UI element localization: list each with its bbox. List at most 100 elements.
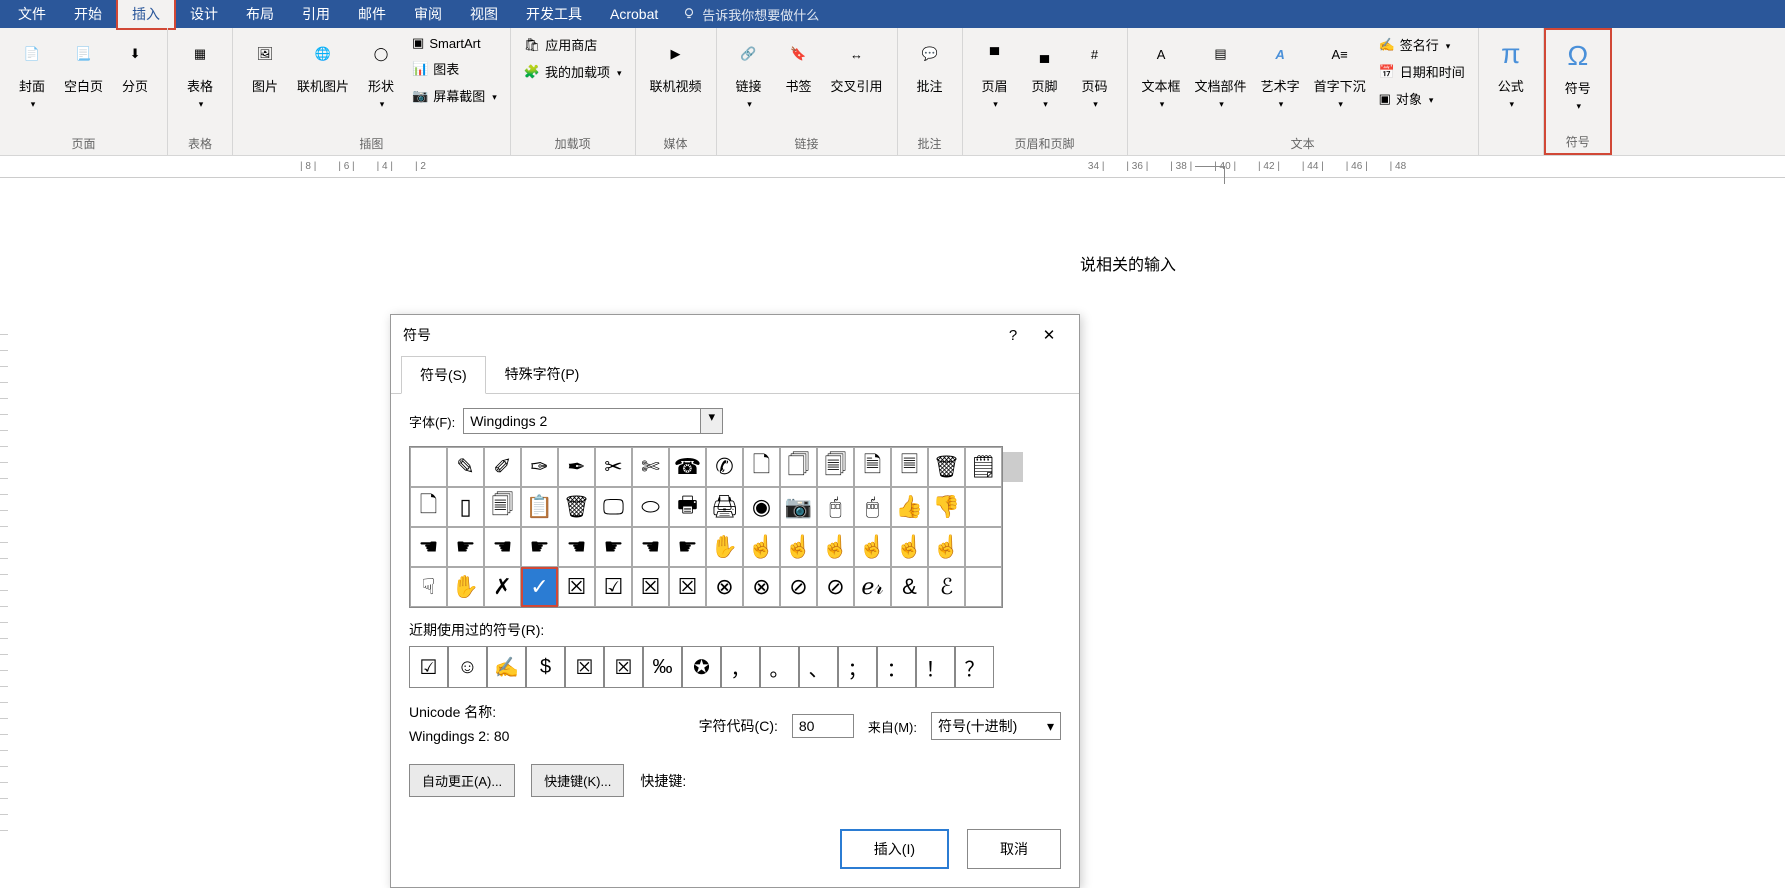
recent-symbol-cell[interactable]: 。 (760, 646, 799, 688)
symbol-cell[interactable]: 🗒 (965, 447, 1002, 487)
shapes-button[interactable]: ◯形状 (357, 32, 405, 114)
recent-symbol-cell[interactable]: ， (721, 646, 760, 688)
tab-special-chars[interactable]: 特殊字符(P) (486, 355, 599, 393)
recent-symbol-cell[interactable]: ☒ (565, 646, 604, 688)
symbol-button[interactable]: Ω符号 (1554, 34, 1602, 116)
signature-button[interactable]: ✍签名行 (1374, 32, 1470, 57)
symbol-cell[interactable]: 🖵 (595, 487, 632, 527)
menu-layout[interactable]: 布局 (232, 0, 288, 28)
symbol-cell[interactable]: 🗐 (817, 447, 854, 487)
dropcap-button[interactable]: A≡首字下沉 (1308, 32, 1372, 114)
symbol-cell[interactable]: 🗑 (928, 447, 965, 487)
pictures-button[interactable]: 🖼图片 (241, 32, 289, 99)
symbol-cell[interactable]: ✗ (484, 567, 521, 607)
recent-symbol-cell[interactable]: ； (838, 646, 877, 688)
symbol-cell[interactable]: ✋ (706, 527, 743, 567)
menu-references[interactable]: 引用 (288, 0, 344, 28)
symbol-cell[interactable]: ☒ (669, 567, 706, 607)
header-button[interactable]: ▀页眉 (971, 32, 1019, 114)
online-pictures-button[interactable]: 🌐联机图片 (291, 32, 355, 99)
symbol-cell[interactable]: 🗐 (484, 487, 521, 527)
symbol-cell[interactable] (965, 527, 1002, 567)
store-button[interactable]: 🛍应用商店 (519, 32, 627, 57)
symbol-cell[interactable]: ☚ (632, 527, 669, 567)
menu-review[interactable]: 审阅 (400, 0, 456, 28)
symbol-cell[interactable]: ☚ (410, 527, 447, 567)
recent-symbol-cell[interactable]: ‰ (643, 646, 682, 688)
symbol-cell[interactable]: 🖨 (706, 487, 743, 527)
menu-file[interactable]: 文件 (4, 0, 60, 28)
symbol-cell[interactable]: 🗎 (854, 447, 891, 487)
symbol-cell[interactable]: ☝ (891, 527, 928, 567)
symbol-cell[interactable]: 🖶 (669, 487, 706, 527)
dialog-titlebar[interactable]: 符号 ? ✕ (391, 315, 1079, 355)
datetime-button[interactable]: 📅日期和时间 (1374, 59, 1470, 84)
screenshot-button[interactable]: 📷屏幕截图 (407, 83, 502, 108)
bookmark-button[interactable]: 🔖书签 (775, 32, 823, 99)
symbol-cell[interactable]: 📋 (521, 487, 558, 527)
symbol-cell[interactable]: 📷 (780, 487, 817, 527)
recent-symbol-cell[interactable]: ☺ (448, 646, 487, 688)
page-number-button[interactable]: #页码 (1071, 32, 1119, 114)
equation-button[interactable]: π公式 (1487, 32, 1535, 114)
symbol-cell[interactable]: ℯ𝓇 (854, 567, 891, 607)
symbol-cell[interactable]: ☝ (928, 527, 965, 567)
left-ruler[interactable] (0, 334, 8, 834)
menu-mailings[interactable]: 邮件 (344, 0, 400, 28)
symbol-cell[interactable]: ☛ (669, 527, 706, 567)
symbol-cell[interactable] (965, 487, 1002, 527)
recent-symbol-cell[interactable]: ： (877, 646, 916, 688)
symbol-cell[interactable]: 🗍 (780, 447, 817, 487)
cover-page-button[interactable]: 📄封面 (8, 32, 56, 114)
symbol-cell[interactable]: ☛ (447, 527, 484, 567)
menu-insert[interactable]: 插入 (116, 0, 176, 30)
document-text[interactable]: 说相关的输入 (1080, 251, 1176, 275)
link-button[interactable]: 🔗链接 (725, 32, 773, 114)
symbol-cell[interactable]: ⊗ (743, 567, 780, 607)
autocorrect-button[interactable]: 自动更正(A)... (409, 764, 515, 797)
symbol-cell[interactable]: ☝ (743, 527, 780, 567)
symbol-cell[interactable]: ☝ (780, 527, 817, 567)
footer-button[interactable]: ▄页脚 (1021, 32, 1069, 114)
ruler[interactable]: | 8 || 6 || 4 || 2 34 || 36 || 38 || 40 … (0, 156, 1785, 178)
font-select-input[interactable] (463, 408, 701, 434)
symbol-cell[interactable]: 👎 (928, 487, 965, 527)
object-button[interactable]: ▣对象 (1374, 86, 1470, 111)
symbol-cell[interactable] (410, 447, 447, 487)
textbox-button[interactable]: A文本框 (1136, 32, 1187, 114)
recent-symbol-cell[interactable]: ☒ (604, 646, 643, 688)
symbol-cell[interactable]: ☑ (595, 567, 632, 607)
recent-symbol-cell[interactable]: $ (526, 646, 565, 688)
recent-symbol-cell[interactable]: ？ (955, 646, 994, 688)
symbol-cell[interactable]: ✒ (558, 447, 595, 487)
symbol-cell[interactable]: 🗏 (891, 447, 928, 487)
online-video-button[interactable]: ▶联机视频 (644, 32, 708, 99)
symbol-grid-scrollbar[interactable] (1003, 446, 1023, 608)
blank-page-button[interactable]: 📃空白页 (58, 32, 109, 99)
page-break-button[interactable]: ⬇分页 (111, 32, 159, 99)
symbol-cell[interactable]: & (891, 567, 928, 607)
cancel-button[interactable]: 取消 (967, 829, 1061, 869)
symbol-cell[interactable]: ✐ (484, 447, 521, 487)
my-addins-button[interactable]: 🧩我的加载项 (519, 59, 627, 84)
symbol-cell[interactable]: ☛ (595, 527, 632, 567)
symbol-cell[interactable]: ☝ (854, 527, 891, 567)
wordart-button[interactable]: A艺术字 (1255, 32, 1306, 114)
symbol-cell[interactable]: ⊗ (706, 567, 743, 607)
symbol-cell[interactable]: ☚ (484, 527, 521, 567)
shortcut-key-button[interactable]: 快捷键(K)... (531, 764, 624, 797)
smartart-button[interactable]: ▣SmartArt (407, 32, 502, 54)
menu-design[interactable]: 设计 (176, 0, 232, 28)
cross-reference-button[interactable]: ↔交叉引用 (825, 32, 889, 99)
symbol-cell[interactable]: ⬭ (632, 487, 669, 527)
tab-symbols[interactable]: 符号(S) (401, 356, 486, 394)
chart-button[interactable]: 📊图表 (407, 56, 502, 81)
symbol-cell[interactable]: 🗋 (743, 447, 780, 487)
symbol-cell[interactable]: ▯ (447, 487, 484, 527)
symbol-cell[interactable]: ☚ (558, 527, 595, 567)
symbol-cell[interactable]: ✓ (521, 567, 558, 607)
symbol-cell[interactable]: ☎ (669, 447, 706, 487)
help-button[interactable]: ? (995, 327, 1031, 344)
symbol-cell[interactable]: ☒ (558, 567, 595, 607)
symbol-cell[interactable]: ✎ (447, 447, 484, 487)
